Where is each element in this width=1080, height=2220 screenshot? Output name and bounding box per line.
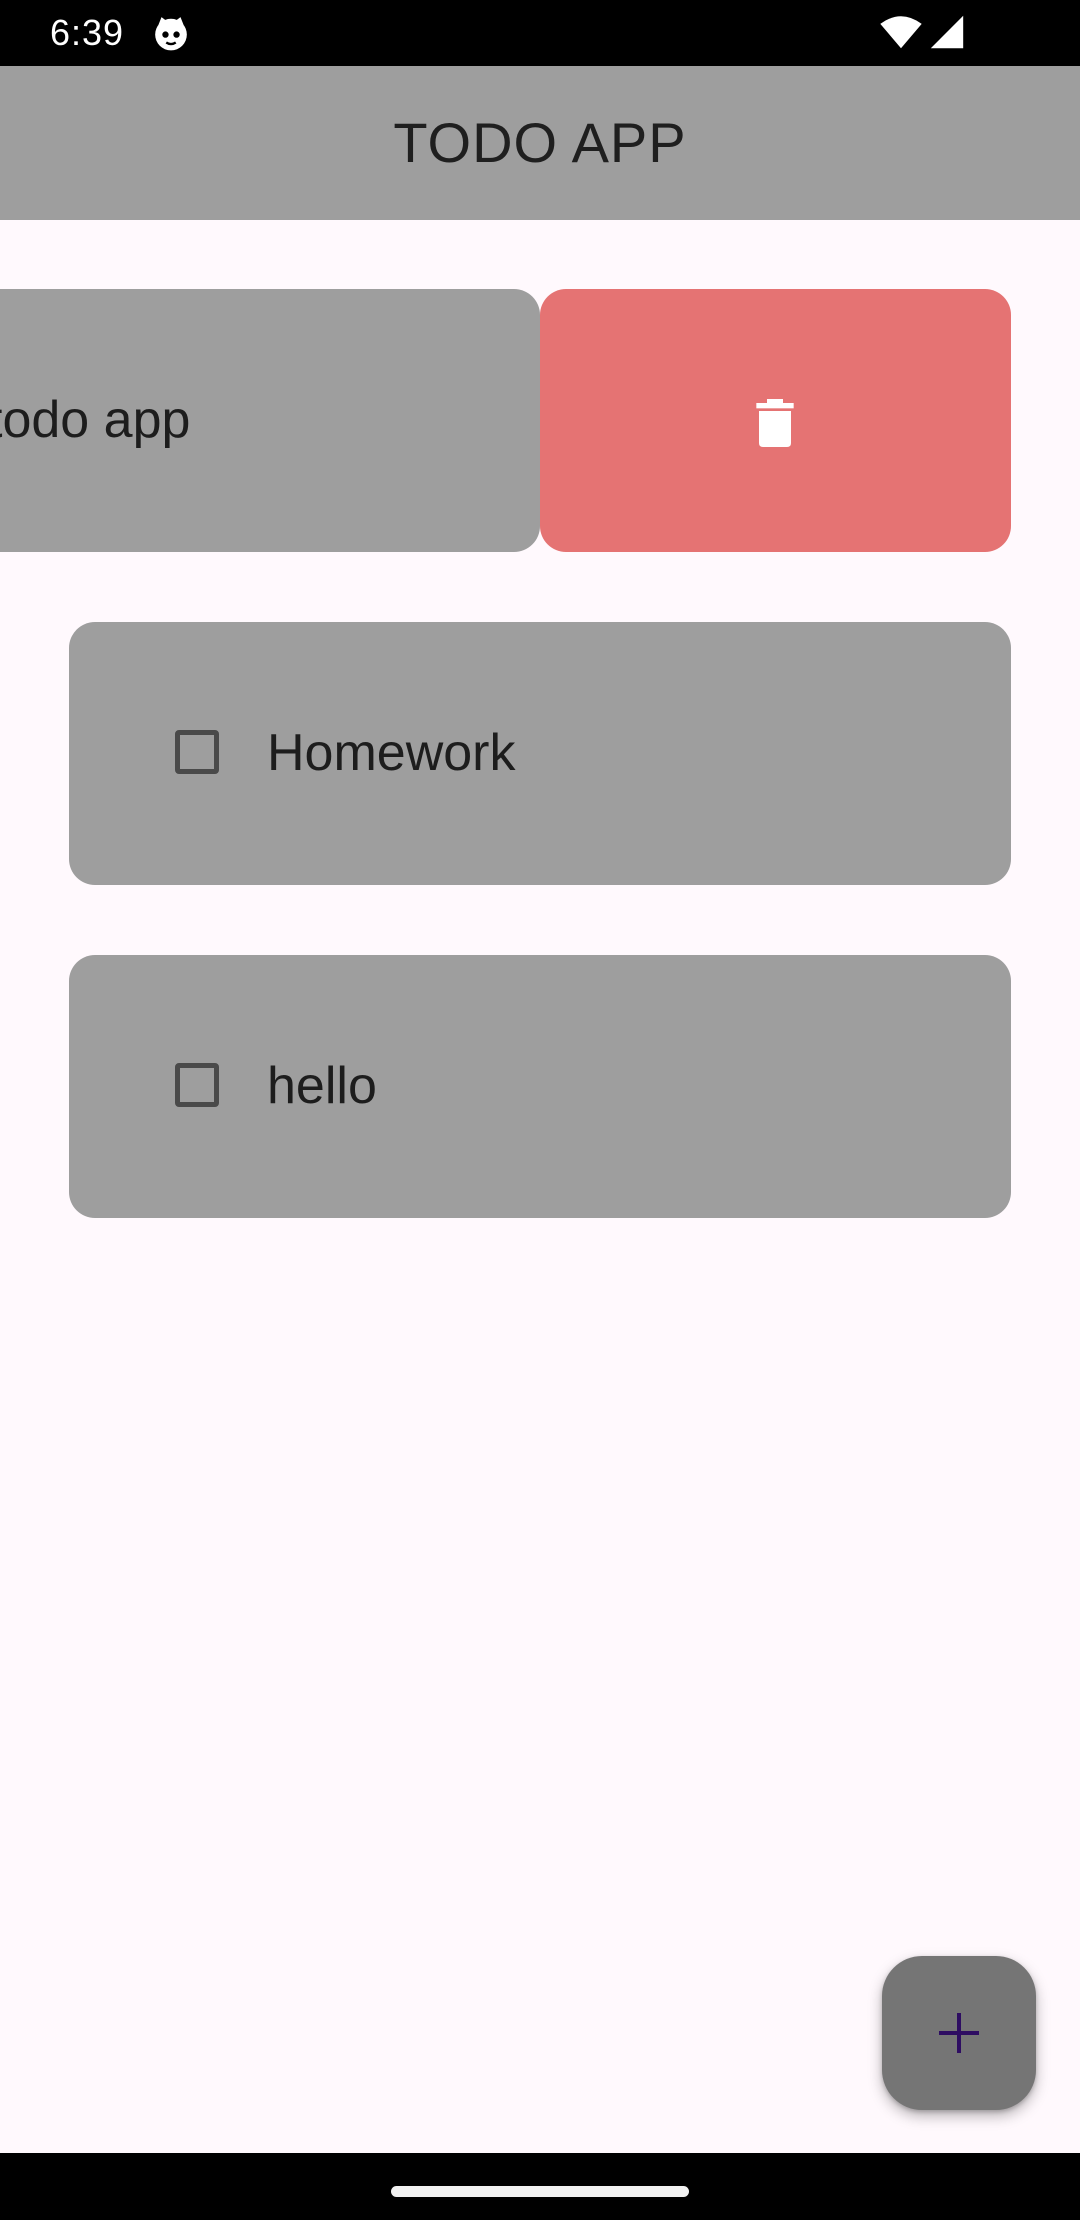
navigation-bar <box>0 2153 1080 2220</box>
signal-icon <box>930 15 964 49</box>
cat-icon <box>155 17 187 51</box>
wifi-icon <box>880 16 922 49</box>
status-bar: 6:39 <box>0 0 1080 66</box>
todo-card[interactable]: hello <box>69 955 1011 1218</box>
trash-icon <box>756 399 794 447</box>
status-time: 6:39 <box>50 12 125 53</box>
todo-checkbox[interactable] <box>175 730 219 774</box>
add-todo-button[interactable] <box>882 1956 1036 2110</box>
todo-screen: 6:39 TODO APP todo app Homework hello <box>0 0 1080 2220</box>
app-bar: TODO APP <box>0 66 1080 220</box>
home-gesture-handle[interactable] <box>391 2186 689 2197</box>
todo-card[interactable]: Homework <box>69 622 1011 885</box>
todo-checkbox[interactable] <box>175 1063 219 1107</box>
app-title: TODO APP <box>393 111 687 174</box>
swiped-todo-label: todo app <box>0 391 191 449</box>
todo-label: hello <box>267 1057 377 1115</box>
todo-label: Homework <box>267 724 516 782</box>
delete-button[interactable] <box>540 289 1011 552</box>
plus-icon <box>939 2013 979 2053</box>
swiped-todo-card[interactable]: todo app <box>0 289 540 552</box>
